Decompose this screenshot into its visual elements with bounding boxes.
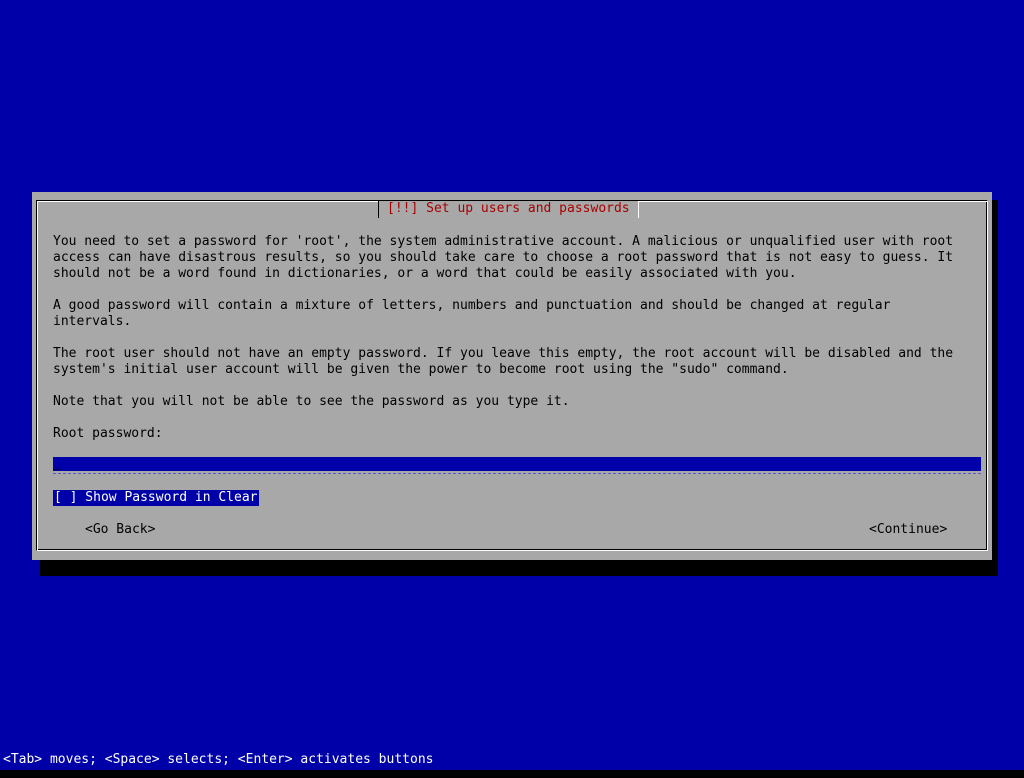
root-password-input[interactable] <box>53 457 981 471</box>
text-cursor: _ <box>53 456 61 471</box>
empty-password-paragraph: The root user should not have an empty p… <box>53 346 954 377</box>
root-password-label: Root password: <box>53 426 163 441</box>
dialog-title: [!!] Set up users and passwords <box>378 201 639 218</box>
dialog-content: You need to set a password for 'root', t… <box>53 234 983 458</box>
intro-paragraph: You need to set a password for 'root', t… <box>53 234 954 281</box>
password-field-underline <box>53 471 981 474</box>
go-back-button[interactable]: <Go Back> <box>85 522 155 538</box>
continue-button[interactable]: <Continue> <box>869 522 947 538</box>
users-passwords-dialog: [!!] Set up users and passwords You need… <box>32 192 992 560</box>
show-password-checkbox[interactable]: [ ] Show Password in Clear <box>53 490 259 506</box>
dialog-frame: [!!] Set up users and passwords You need… <box>36 200 988 551</box>
keyboard-help-statusbar: <Tab> moves; <Space> selects; <Enter> ac… <box>3 752 434 767</box>
password-advice-paragraph: A good password will contain a mixture o… <box>53 298 891 329</box>
hidden-input-note: Note that you will not be able to see th… <box>53 394 570 409</box>
statusbar-bottom-band <box>0 770 1024 778</box>
